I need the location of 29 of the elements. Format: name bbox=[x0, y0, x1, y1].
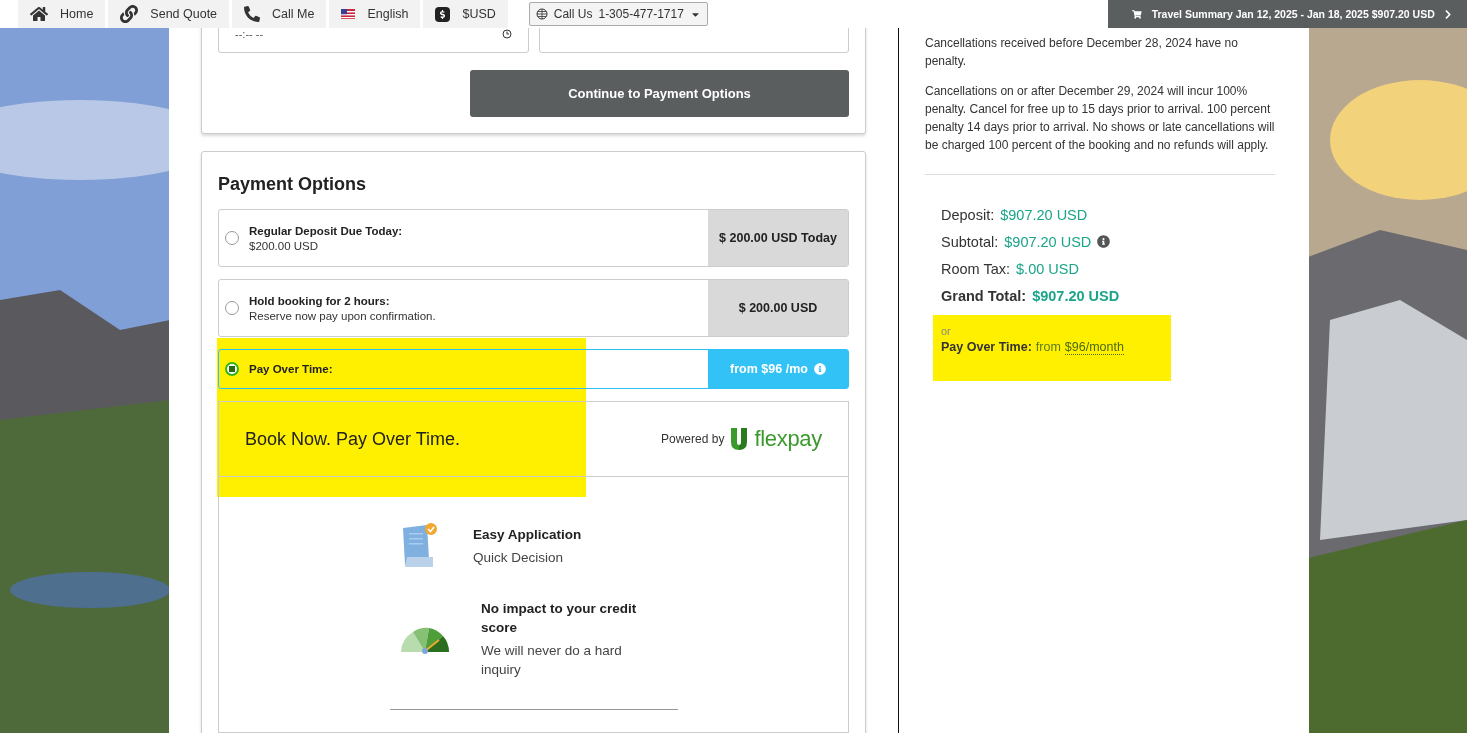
total-label: Room Tax: bbox=[941, 260, 1011, 277]
or-text: or bbox=[941, 325, 952, 337]
option-price: $ 200.00 USD bbox=[708, 280, 848, 336]
total-label: Grand Total: bbox=[941, 287, 1027, 304]
total-value: $907.20 USD bbox=[1004, 233, 1092, 250]
total-label: Deposit: bbox=[941, 206, 995, 223]
flexpay-headline: Book Now. Pay Over Time. bbox=[245, 428, 461, 450]
flexpay-brand: flexpay bbox=[754, 426, 822, 452]
total-label: Subtotal: bbox=[941, 233, 999, 250]
section-title: Payment Options bbox=[218, 174, 368, 195]
option-price: $ 200.00 USD Today bbox=[708, 210, 848, 266]
option-title: Pay Over Time: bbox=[249, 363, 333, 375]
policy-text: Cancellations on or after December 29, 2024 will incur 100% penalty. Cancel for free up to 15 days prior to arrival. 100 percent penalty 14 days prior to arrival. No shows or late cancellations will be charged 100 percent of the booking and no refunds will apply. bbox=[925, 83, 1275, 154]
feature-detail: Quick Decision bbox=[473, 549, 565, 567]
feature-detail: We will never do a hard inquiry bbox=[481, 642, 623, 679]
option-price: from $96 /mo bbox=[708, 350, 848, 388]
policy-text: Cancellations received before December 28, 2024 have no penalty. bbox=[925, 35, 1239, 70]
option-detail: Reserve now pay upon confirmation. bbox=[249, 309, 436, 322]
feature-title: No impact to your credit score bbox=[481, 600, 638, 637]
pay-over-time-label: Pay Over Time: bbox=[941, 340, 1032, 355]
feature-title: Easy Application bbox=[473, 526, 583, 544]
total-value: $907.20 USD bbox=[1032, 287, 1120, 304]
from-text: from bbox=[1035, 340, 1061, 355]
total-value: $.00 USD bbox=[1016, 260, 1079, 277]
powered-by-text: Powered by bbox=[661, 432, 725, 446]
total-value: $907.20 USD bbox=[1000, 206, 1088, 223]
option-title: Hold booking for 2 hours: bbox=[249, 294, 391, 307]
option-title: Regular Deposit Due Today: bbox=[249, 224, 403, 237]
option-detail: $200.00 USD bbox=[249, 239, 320, 252]
